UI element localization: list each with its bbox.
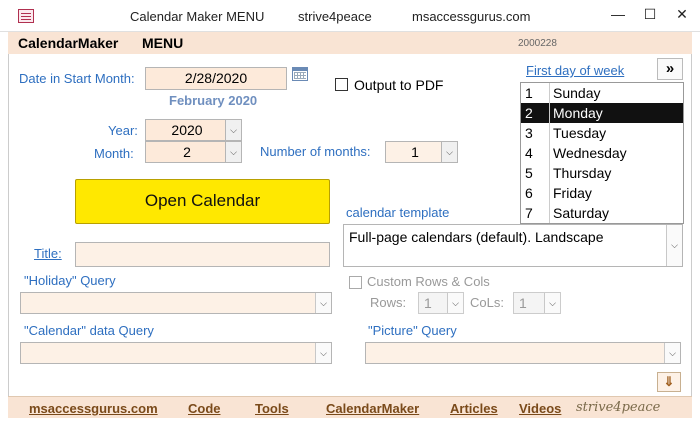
- footer-link-msaccessgurus[interactable]: msaccessgurus.com: [29, 401, 158, 416]
- calendar-data-select[interactable]: ⌵: [20, 342, 332, 364]
- chevron-down-icon[interactable]: ⌵: [664, 343, 680, 363]
- list-item[interactable]: 6 Friday: [521, 183, 683, 203]
- first-day-label: First day of week: [526, 63, 625, 78]
- minimize-button[interactable]: —: [608, 6, 628, 26]
- title-input[interactable]: [75, 242, 330, 267]
- month-select[interactable]: 2 ⌵: [145, 141, 242, 163]
- footer-link-tools[interactable]: Tools: [255, 401, 289, 416]
- num-months-select[interactable]: 1 ⌵: [385, 141, 458, 163]
- window-title-strive: strive4peace: [298, 9, 372, 24]
- window-title-site: msaccessgurus.com: [412, 9, 531, 24]
- date-label: Date in Start Month:: [19, 71, 135, 86]
- footer: msaccessgurus.com Code Tools CalendarMak…: [8, 396, 692, 418]
- calendar-picker-icon[interactable]: [292, 67, 308, 81]
- month-display: February 2020: [169, 93, 258, 108]
- footer-link-videos[interactable]: Videos: [519, 401, 561, 416]
- month-label: Month:: [94, 146, 134, 161]
- holiday-select[interactable]: ⌵: [20, 292, 332, 314]
- list-item[interactable]: 5 Thursday: [521, 163, 683, 183]
- list-item[interactable]: 1 Sunday: [521, 83, 683, 103]
- window-title: Calendar Maker MENU: [130, 9, 265, 24]
- custom-rows-checkbox[interactable]: [349, 276, 362, 289]
- chevron-down-icon[interactable]: ⌵: [441, 142, 457, 162]
- open-calendar-button[interactable]: Open Calendar: [75, 179, 330, 224]
- calendar-data-label: "Calendar" data Query: [24, 323, 154, 338]
- chevron-down-icon[interactable]: ⌵: [315, 293, 331, 313]
- cols-label: CoLs:: [470, 295, 504, 310]
- rows-label: Rows:: [370, 295, 407, 310]
- list-item[interactable]: 4 Wednesday: [521, 143, 683, 163]
- version-label: 2000228: [518, 38, 557, 49]
- date-input[interactable]: 2/28/2020: [145, 67, 287, 90]
- calendar-template-label: calendar template: [346, 205, 450, 220]
- holiday-label: "Holiday" Query: [24, 273, 116, 288]
- chevron-down-icon[interactable]: ⌵: [544, 293, 560, 313]
- title-label: Title:: [34, 246, 62, 261]
- scroll-down-button[interactable]: ⇓: [657, 372, 681, 392]
- output-pdf-label: Output to PDF: [354, 77, 444, 93]
- form-header: CalendarMaker MENU 2000228: [8, 32, 692, 54]
- chevron-down-icon[interactable]: ⌵: [225, 120, 241, 140]
- picture-select[interactable]: ⌵: [365, 342, 681, 364]
- list-item[interactable]: 3 Tuesday: [521, 123, 683, 143]
- title-bar: Calendar Maker MENU strive4peace msacces…: [0, 0, 700, 32]
- list-item-selected[interactable]: 2 Monday: [521, 103, 683, 123]
- year-select[interactable]: 2020 ⌵: [145, 119, 242, 141]
- picture-label: "Picture" Query: [368, 323, 457, 338]
- rows-select[interactable]: 1 ⌵: [418, 292, 464, 314]
- custom-rows-label: Custom Rows & Cols: [367, 274, 490, 289]
- year-label: Year:: [108, 123, 138, 138]
- footer-link-articles[interactable]: Articles: [450, 401, 498, 416]
- cols-select[interactable]: 1 ⌵: [513, 292, 561, 314]
- maximize-button[interactable]: ☐: [640, 6, 660, 26]
- list-item[interactable]: 7 Saturday: [521, 203, 683, 223]
- footer-link-code[interactable]: Code: [188, 401, 221, 416]
- app-name: CalendarMaker: [18, 35, 119, 51]
- calendar-template-select[interactable]: Full-page calendars (default). Landscape…: [343, 224, 683, 267]
- expand-button[interactable]: »: [657, 58, 683, 80]
- menu-label: MENU: [142, 35, 184, 51]
- chevron-down-icon[interactable]: ⌵: [666, 225, 682, 266]
- first-day-list[interactable]: 1 Sunday 2 Monday 3 Tuesday 4 Wednesday 5 Thu…: [520, 82, 684, 224]
- chevron-down-icon[interactable]: ⌵: [315, 343, 331, 363]
- chevron-down-icon[interactable]: ⌵: [447, 293, 463, 313]
- chevron-down-icon[interactable]: ⌵: [225, 142, 241, 162]
- output-pdf-checkbox[interactable]: [335, 78, 348, 91]
- form-icon: [18, 9, 34, 23]
- footer-link-calendarmaker[interactable]: CalendarMaker: [326, 401, 419, 416]
- num-months-label: Number of months:: [260, 144, 371, 159]
- signature-logo: strive4peace: [576, 400, 661, 415]
- close-button[interactable]: ✕: [672, 6, 692, 26]
